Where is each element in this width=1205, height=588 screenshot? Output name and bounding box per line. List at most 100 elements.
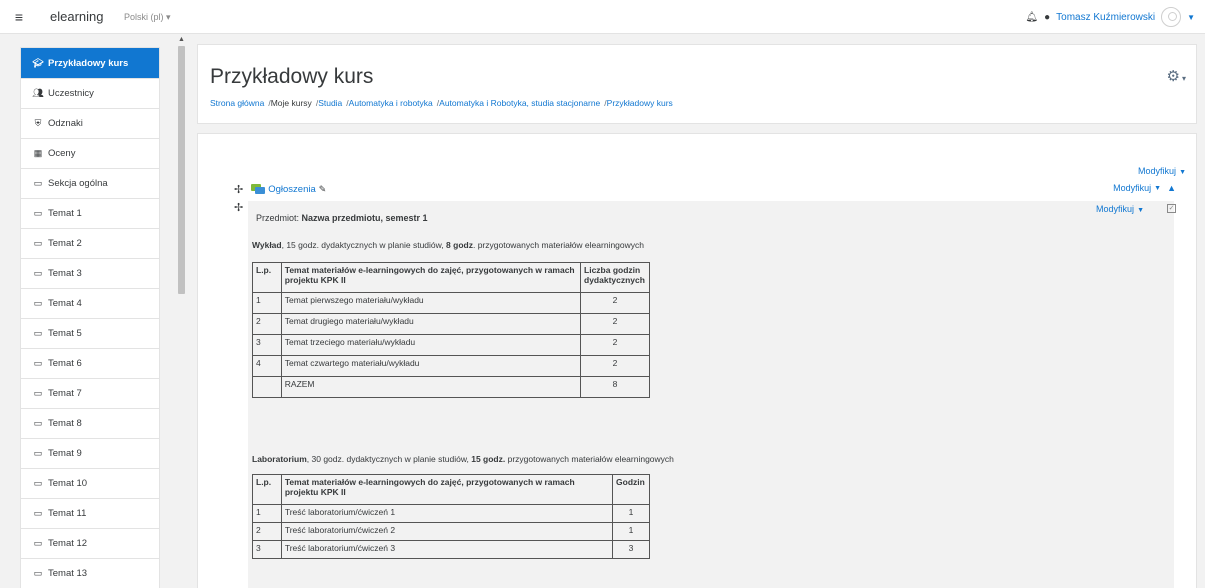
site-name[interactable]: elearning [50,9,104,24]
sidebar-item-label: Temat 9 [48,448,82,459]
sidebar-item[interactable]: ▭ Temat 5 [21,319,159,349]
table-cell: 1 [252,504,282,523]
sidebar-item-label: Temat 12 [48,538,88,549]
column-header: Liczba godzin dydaktycznych [580,262,650,293]
lecture-description: Wykład, 15 godz. dydaktycznych w planie … [252,240,644,250]
table-cell: Treść laboratorium/ćwiczeń 2 [280,522,614,541]
gear-icon[interactable]: ⚙ ▾ [1167,67,1186,85]
sidebar-item[interactable]: ▭ Temat 3 [21,259,159,289]
sidebar-item[interactable]: ▭ Temat 1 [21,199,159,229]
table-row: 2 Treść laboratorium/ćwiczeń 21 [252,522,650,541]
chevron-down-icon: ▼ [1179,169,1186,176]
sidebar-item[interactable]: ▭ Temat 6 [21,349,159,379]
avatar[interactable] [1161,7,1182,27]
subject-name: Nazwa przedmiotu, semestr 1 [301,213,428,223]
bell-icon[interactable]: 🔔︎ [1025,12,1038,23]
completion-checkbox-icon[interactable]: ✓ [1167,204,1176,213]
sidebar-item-label: Temat 10 [48,478,88,489]
scroll-up-arrow-icon[interactable]: ▲ [176,36,187,43]
course-sidebar: 🎓︎ Przykładowy kurs 👥︎ Uczestnicy ⛨ Odznaki ▦ O… [20,47,160,588]
table-row: RAZEM 8 [252,376,650,398]
lecture-text-b: . przygotowanych materiałów elearningowy… [472,240,644,250]
sidebar-item[interactable]: ▭ Temat 11 [21,499,159,529]
folder-icon: ▭ [33,448,43,458]
breadcrumb-item[interactable]: Strona główna [210,98,264,108]
modify-announcements-menu[interactable]: Modyfikuj ▼ ▲ [1113,183,1176,193]
sidebar-item[interactable]: ▭ Temat 13 [21,559,159,588]
table-cell: 1 [612,522,650,541]
breadcrumb-item: Moje kursy [270,98,312,108]
announcements-link[interactable]: Ogłoszenia [268,184,316,195]
scroll-thumb[interactable] [178,46,185,294]
folder-icon: ▭ [33,298,43,308]
breadcrumb-item[interactable]: Automatyka i Robotyka, studia stacjonarn… [439,98,600,108]
breadcrumb-item[interactable]: Przykładowy kurs [607,98,673,108]
sidebar-item[interactable]: ▭ Temat 12 [21,529,159,559]
shield-icon: ⛨ [34,118,42,128]
sidebar-item[interactable]: ⛨ Odznaki [21,109,159,139]
forum-icon [251,183,266,195]
lab-name: Laboratorium [252,454,307,464]
lecture-text-a: , 15 godz. dydaktycznych w planie studió… [281,240,447,250]
sidebar-item[interactable]: ▭ Temat 4 [21,289,159,319]
sidebar-item[interactable]: ▭ Sekcja ogólna [21,169,159,199]
table-cell: 1 [612,504,650,523]
sidebar-item[interactable]: ▦ Oceny [21,139,159,169]
chat-bubble-icon[interactable]: ● [1044,12,1050,23]
folder-icon: ▭ [33,418,43,428]
pencil-icon[interactable]: ✎ [319,184,327,195]
folder-icon: ▭ [33,358,43,368]
sidebar-scrollbar[interactable]: ▲ [176,34,187,588]
sidebar-item-label: Temat 3 [48,268,82,279]
table-cell: 2 [252,522,282,541]
modify-section-menu[interactable]: Modyfikuj ▼ [1138,166,1186,176]
table-cell [252,376,282,398]
sidebar-item-label: Temat 1 [48,208,82,219]
sidebar-item[interactable]: ▭ Temat 2 [21,229,159,259]
sidebar-item[interactable]: ▭ Temat 7 [21,379,159,409]
announcements-activity: ✢ Ogłoszenia ✎ [234,181,326,197]
column-header: Temat materiałów e-learningowych do zaję… [280,262,582,293]
sidebar-item[interactable]: ▭ Temat 10 [21,469,159,499]
subject-line: Przedmiot: Nazwa przedmiotu, semestr 1 [256,213,428,223]
table-header-row: L.p. Temat materiałów e-learningowych do … [252,474,650,505]
table-cell: 2 [252,313,282,335]
column-header: Temat materiałów e-learningowych do zaję… [280,474,614,505]
sidebar-item[interactable]: 🎓︎ Przykładowy kurs [21,48,159,79]
sidebar-item[interactable]: ▭ Temat 9 [21,439,159,469]
move-icon[interactable]: ✢ [234,183,243,196]
table-cell: 2 [580,313,650,335]
lab-table: L.p. Temat materiałów e-learningowych do … [252,474,650,559]
lecture-hours: 8 godz [446,240,473,250]
table-cell: Temat pierwszego materiału/wykładu [280,292,582,314]
modify-label-menu[interactable]: Modyfikuj ▼ [1096,204,1144,214]
folder-icon: ▭ [33,388,43,398]
user-area: 🔔︎ ● Tomasz Kuźmierowski ▼ [1025,7,1195,27]
folder-icon: ▭ [33,508,43,518]
lab-description: Laboratorium, 30 godz. dydaktycznych w p… [252,454,674,464]
table-row: 3 Treść laboratorium/ćwiczeń 33 [252,540,650,559]
chevron-down-icon[interactable]: ▼ [1187,13,1195,22]
breadcrumb-item[interactable]: Automatyka i robotyka [349,98,433,108]
sidebar-item[interactable]: 👥︎ Uczestnicy [21,79,159,109]
table-cell: 3 [612,540,650,559]
user-name[interactable]: Tomasz Kuźmierowski [1056,12,1155,23]
table-cell: Temat trzeciego materiału/wykładu [280,334,582,356]
table-cell: 8 [580,376,650,398]
hamburger-icon[interactable]: ≡ [10,9,28,25]
user-icon[interactable]: ▲ [1167,183,1176,193]
users-icon: 👥︎ [32,88,44,98]
table-cell: 2 [580,292,650,314]
table-cell: Treść laboratorium/ćwiczeń 3 [280,540,614,559]
folder-icon: ▭ [33,268,43,278]
sidebar-item-label: Sekcja ogólna [48,178,108,189]
folder-icon: ▭ [33,178,43,188]
breadcrumb-item[interactable]: Studia [318,98,342,108]
chevron-down-icon[interactable]: ▾ [1182,74,1186,83]
lab-hours: 15 godz. [471,454,506,464]
language-selector[interactable]: Polski (pl) ▾ [124,12,171,23]
table-row: 1 Temat pierwszego materiału/wykładu 2 [252,292,650,314]
table-header-row: L.p. Temat materiałów e-learningowych do … [252,262,650,293]
sidebar-item[interactable]: ▭ Temat 8 [21,409,159,439]
move-icon[interactable]: ✢ [234,201,243,214]
